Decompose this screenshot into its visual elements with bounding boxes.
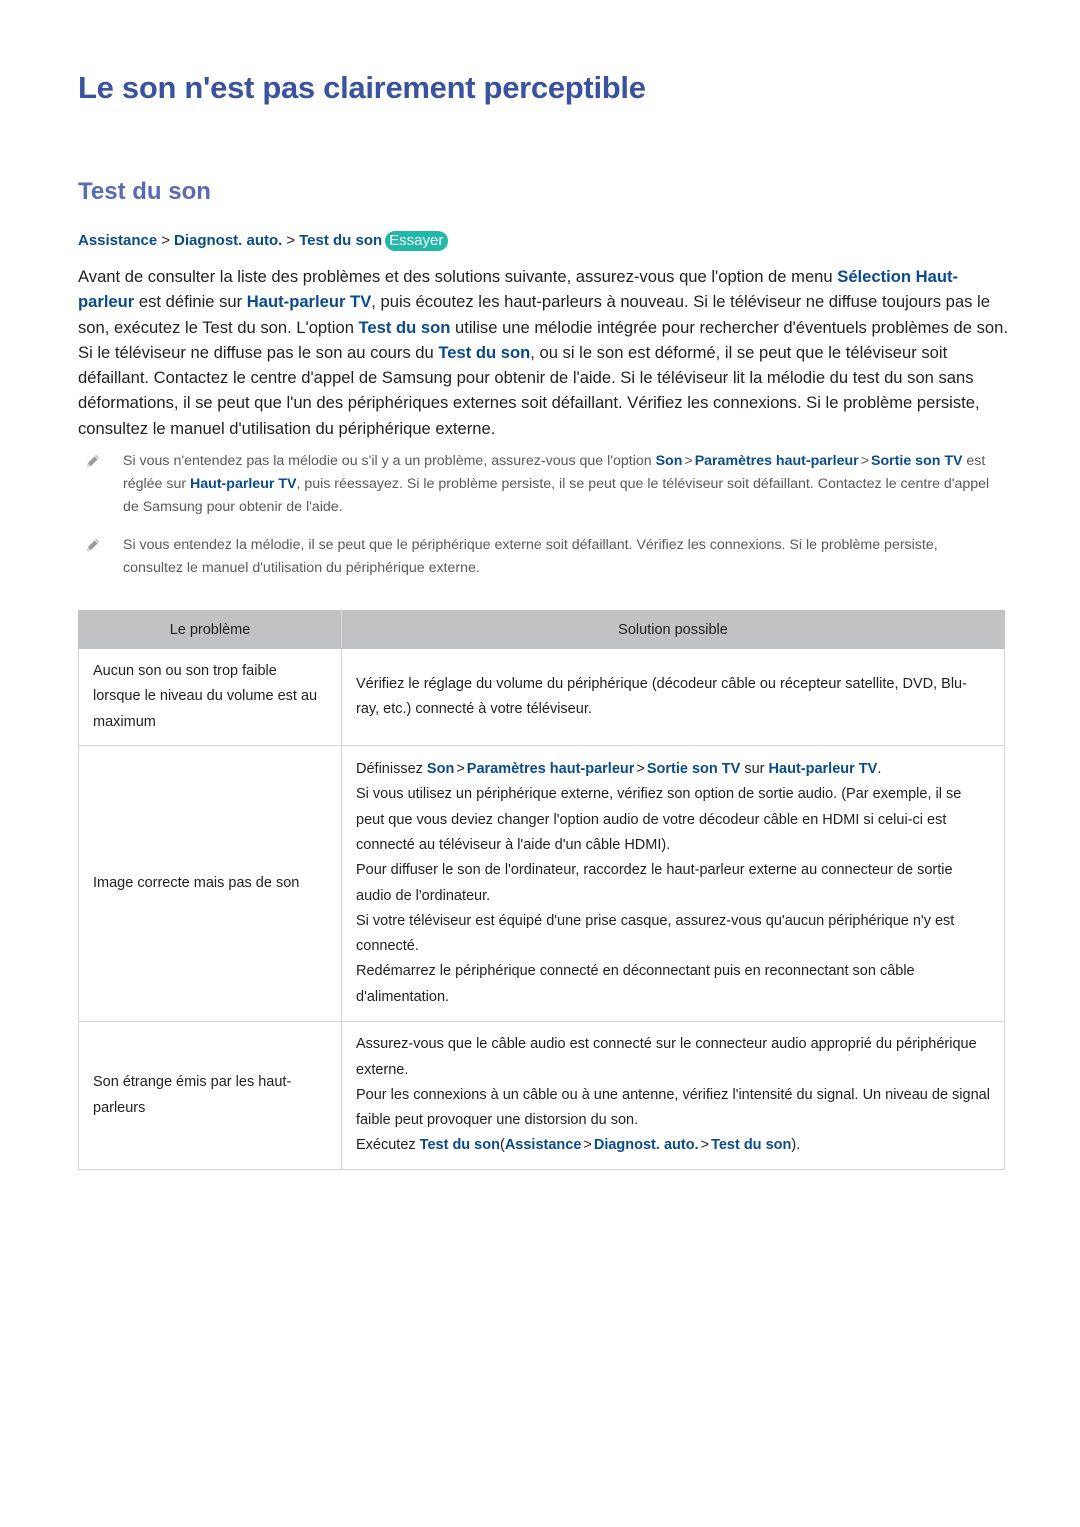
menu-path-item[interactable]: Diagnost. auto. [174,232,282,249]
table-row: Son étrange émis par les haut-parleurs A… [78,1021,1005,1170]
menu-ref: Test du son [438,342,531,362]
column-header-solution: Solution possible [341,610,1005,649]
chevron-right-icon: > [456,761,465,778]
menu-ref: Haut-parleur TV [190,476,297,492]
solution-line: Vérifiez le réglage du volume du périphé… [356,675,967,717]
menu-ref: Paramètres haut-parleur [694,453,859,469]
problem-cell: Son étrange émis par les haut-parleurs [78,1021,342,1170]
table-header-row: Le problème Solution possible [78,610,1005,649]
note-1: Si vous n'entendez pas la mélodie ou s'i… [78,450,998,519]
menu-path-item[interactable]: Assistance [78,232,157,249]
solution-text: Définissez [356,761,427,778]
menu-path: Assistance > Diagnost. auto. > Test du son Es… [78,231,449,251]
solution-line: Définissez Son > Paramètres haut-parleur > S… [356,757,990,782]
solution-cell: Assurez-vous que le câble audio est conn… [341,1021,1005,1170]
menu-ref: Test du son [711,1137,792,1154]
menu-ref: Test du son [358,317,451,337]
solution-line: Si votre téléviseur est équipé d'une pri… [356,912,955,955]
chevron-right-icon: > [636,761,645,778]
solution-line: Redémarrez le périphérique connecté en d… [356,963,915,1005]
note-2: Si vous entendez la mélodie, il se peut … [78,534,998,580]
problem-cell: Aucun son ou son trop faible lorsque le … [78,648,342,746]
chevron-right-icon: > [684,453,693,469]
solution-cell: Définissez Son > Paramètres haut-parleur > S… [341,745,1005,1022]
pencil-icon [87,539,99,551]
solution-line: Exécutez Test du son(Assistance > Diagnost… [356,1133,990,1158]
note-text: Si vous entendez la mélodie, il se peut … [123,537,938,576]
menu-ref: Haut-parleur TV [768,761,878,778]
chevron-right-icon: > [161,232,170,249]
menu-ref: Son [655,453,683,469]
table-row: Aucun son ou son trop faible lorsque le … [78,648,1005,746]
table-row: Image correcte mais pas de son Définisse… [78,745,1005,1022]
solution-text: sur [740,761,769,778]
menu-ref: Son [426,761,455,778]
intro-text: est définie sur [134,292,247,312]
menu-ref: Sortie son TV [871,453,963,469]
chevron-right-icon: > [583,1137,592,1154]
menu-ref: Diagnost. auto. [593,1137,699,1154]
chevron-right-icon: > [700,1137,710,1154]
column-header-problem: Le problème [78,610,342,649]
pencil-icon [87,455,99,467]
solution-line: Pour les connexions à un câble ou à une … [356,1086,990,1129]
page-title: Le son n'est pas clairement perceptible [78,70,646,105]
menu-ref: Test du son [419,1137,500,1154]
menu-ref: Paramètres haut-parleur [466,761,635,778]
chevron-right-icon: > [286,232,296,249]
section-title: Test du son [78,178,211,205]
solution-text: Exécutez [356,1137,420,1154]
menu-path-item[interactable]: Test du son [299,232,382,249]
intro-text: Avant de consulter la liste des problème… [78,267,838,286]
troubleshooting-table: Le problème Solution possible Aucun son … [78,610,1005,1170]
note-text: Si vous n'entendez pas la mélodie ou s'i… [123,453,656,469]
menu-ref: Assistance [504,1137,582,1154]
solution-line: Assurez-vous que le câble audio est conn… [356,1036,977,1078]
solution-line: Pour diffuser le son de l'ordinateur, ra… [356,862,953,904]
intro-paragraph: Avant de consulter la liste des problème… [78,264,1008,441]
chevron-right-icon: > [860,453,869,469]
menu-ref: Sortie son TV [646,761,741,778]
problem-cell: Image correcte mais pas de son [78,745,342,1022]
menu-ref: Haut-parleur TV [246,292,372,312]
solution-text: ). [791,1137,801,1154]
solution-text: . [877,761,882,778]
solution-line: Si vous utilisez un périphérique externe… [356,786,962,853]
solution-cell: Vérifiez le réglage du volume du périphé… [341,648,1005,746]
try-now-button[interactable]: Essayer [385,231,449,251]
